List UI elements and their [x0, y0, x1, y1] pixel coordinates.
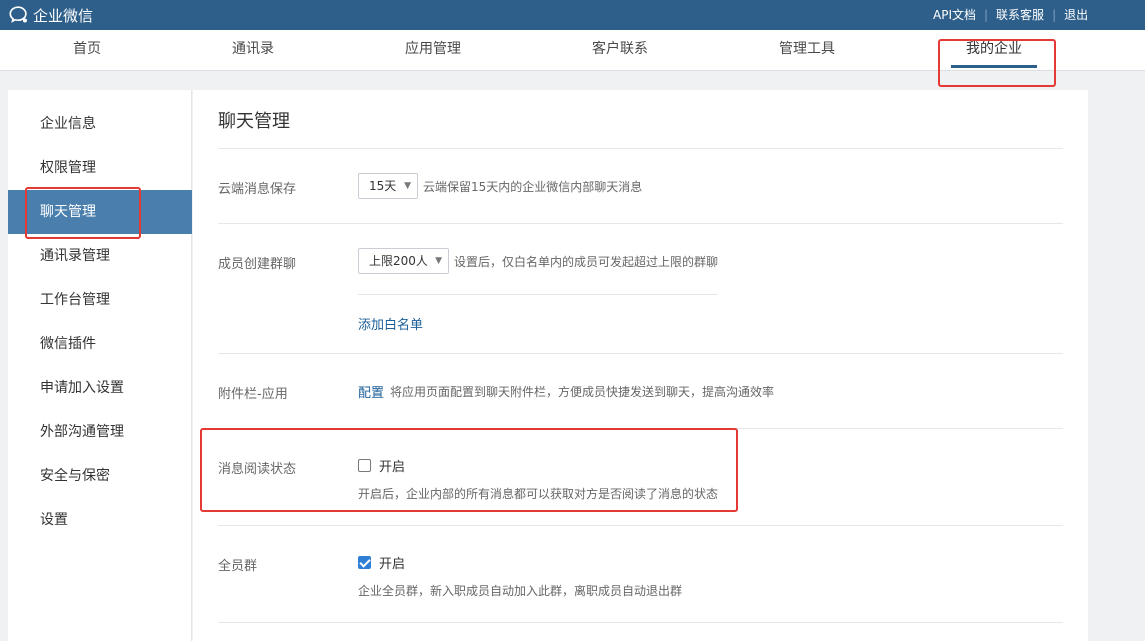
- divider: [218, 148, 1063, 149]
- app-logo[interactable]: 企业微信: [8, 4, 93, 26]
- group-limit-value: 上限200人: [369, 254, 428, 268]
- nav-app-management[interactable]: 应用管理: [405, 30, 461, 70]
- sidebar-item-workbench[interactable]: 工作台管理: [8, 278, 192, 322]
- annotation-box: [25, 187, 141, 239]
- sidebar-item-security[interactable]: 安全与保密: [8, 454, 192, 498]
- api-docs-link[interactable]: API文档: [933, 6, 976, 23]
- logout-link[interactable]: 退出: [1064, 6, 1088, 23]
- annotation-box: [200, 428, 738, 512]
- chevron-down-icon: ▼: [404, 181, 411, 191]
- chevron-down-icon: ▼: [435, 256, 442, 266]
- attachment-apps-hint: 将应用页面配置到聊天附件栏，方便成员快捷发送到聊天，提高沟通效率: [390, 385, 775, 399]
- top-bar: 企业微信 API文档 | 联系客服 | 退出: [0, 0, 1145, 30]
- top-links: API文档 | 联系客服 | 退出: [933, 6, 1088, 23]
- all-staff-group-label: 全员群: [218, 559, 258, 574]
- page-title: 聊天管理: [218, 111, 290, 132]
- divider: [358, 294, 718, 295]
- configure-link[interactable]: 配置: [358, 382, 384, 401]
- contact-support-link[interactable]: 联系客服: [996, 6, 1044, 23]
- group-limit-hint: 设置后，仅白名单内的成员可发起超过上限的群聊: [454, 255, 719, 269]
- nav-contacts[interactable]: 通讯录: [232, 30, 274, 70]
- all-staff-group-hint: 企业全员群，新入职成员自动加入此群，离职成员自动退出群: [358, 584, 683, 598]
- group-limit-select[interactable]: 上限200人 ▼: [358, 248, 449, 274]
- app-title: 企业微信: [33, 6, 94, 25]
- sidebar-item-contacts-management[interactable]: 通讯录管理: [8, 234, 192, 278]
- cloud-retention-hint: 云端保留15天内的企业微信内部聊天消息: [423, 180, 643, 194]
- all-staff-group-checkbox[interactable]: [358, 556, 371, 569]
- sidebar-item-permissions[interactable]: 权限管理: [8, 146, 192, 190]
- sidebar-item-enterprise-info[interactable]: 企业信息: [8, 102, 192, 146]
- sidebar: 企业信息 权限管理 聊天管理 通讯录管理 工作台管理 微信插件 申请加入设置 外…: [8, 90, 192, 641]
- all-staff-group-option-label: 开启: [379, 557, 406, 572]
- sidebar-item-join-settings[interactable]: 申请加入设置: [8, 366, 192, 410]
- nav-customer-contact[interactable]: 客户联系: [592, 30, 648, 70]
- divider: [218, 525, 1063, 526]
- divider: [218, 622, 1063, 623]
- sidebar-item-external-communication[interactable]: 外部沟通管理: [8, 410, 192, 454]
- attachment-apps-label: 附件栏-应用: [218, 387, 288, 402]
- nav-home[interactable]: 首页: [73, 30, 101, 70]
- nav-management-tools[interactable]: 管理工具: [779, 30, 835, 70]
- divider: |: [1052, 7, 1057, 22]
- chat-management-panel: 聊天管理 云端消息保存 15天 ▼ 云端保留15天内的企业微信内部聊天消息 成员…: [193, 90, 1088, 641]
- sidebar-item-settings[interactable]: 设置: [8, 498, 192, 542]
- all-staff-group-toggle[interactable]: 开启: [358, 553, 405, 572]
- wecom-logo-icon: [9, 6, 27, 23]
- cloud-retention-value: 15天: [369, 179, 397, 193]
- group-limit-label: 成员创建群聊: [218, 257, 297, 272]
- cloud-retention-select[interactable]: 15天 ▼: [358, 173, 418, 199]
- divider: [218, 353, 1063, 354]
- divider: [218, 223, 1063, 224]
- annotation-box: [938, 39, 1056, 87]
- cloud-retention-label: 云端消息保存: [218, 182, 297, 197]
- divider: |: [984, 7, 989, 22]
- sidebar-item-wechat-plugin[interactable]: 微信插件: [8, 322, 192, 366]
- add-whitelist-link[interactable]: 添加白名单: [358, 314, 423, 333]
